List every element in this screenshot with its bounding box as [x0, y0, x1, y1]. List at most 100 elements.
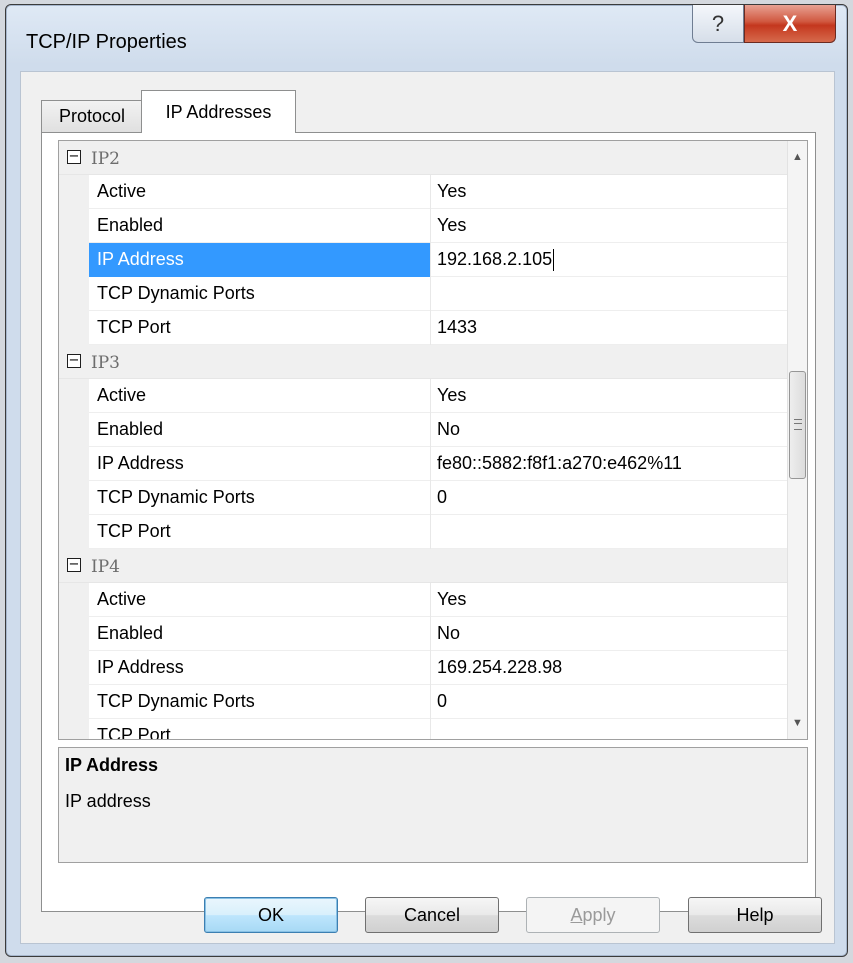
property-row[interactable]: TCP Port 1433	[59, 311, 789, 345]
row-gutter	[59, 447, 89, 481]
row-gutter	[59, 277, 89, 311]
property-name: IP Address	[89, 651, 431, 685]
property-row[interactable]: Enabled No	[59, 617, 789, 651]
property-row[interactable]: Active Yes	[59, 583, 789, 617]
property-value[interactable]	[431, 277, 789, 311]
section-ip4-header[interactable]: − IP4	[59, 549, 789, 583]
grip-icon	[794, 419, 802, 430]
section-ip2-label: IP2	[91, 149, 120, 169]
property-name: TCP Port	[89, 311, 431, 345]
dialog-client-area: Protocol IP Addresses − IP2 Active Yes En…	[20, 71, 835, 944]
property-value[interactable]: 169.254.228.98	[431, 651, 789, 685]
property-value[interactable]: fe80::5882:f8f1:a270:e462%11	[431, 447, 789, 481]
property-value[interactable]: Yes	[431, 209, 789, 243]
row-gutter	[59, 413, 89, 447]
tab-ip-addresses[interactable]: IP Addresses	[141, 90, 296, 133]
help-icon[interactable]: ?	[692, 5, 744, 43]
description-title: IP Address	[65, 755, 159, 775]
vertical-scrollbar[interactable]: ▲ ▼	[787, 141, 807, 739]
property-value[interactable]	[431, 515, 789, 549]
property-name: TCP Dynamic Ports	[89, 685, 431, 719]
row-gutter	[59, 515, 89, 549]
help-glyph: ?	[711, 10, 725, 36]
tcpip-properties-dialog: TCP/IP Properties ? X Protocol IP Addres…	[5, 4, 848, 957]
description-pane: IP Address IP address	[58, 747, 808, 863]
property-name: TCP Port	[89, 515, 431, 549]
property-value[interactable]: Yes	[431, 583, 789, 617]
property-row[interactable]: TCP Dynamic Ports 0	[59, 685, 789, 719]
scroll-thumb[interactable]	[789, 371, 806, 479]
row-gutter	[59, 481, 89, 515]
row-gutter	[59, 175, 89, 209]
cancel-button-label: Cancel	[403, 904, 461, 925]
text-caret	[553, 249, 555, 272]
property-name: Active	[89, 175, 431, 209]
row-gutter	[59, 617, 89, 651]
property-row[interactable]: TCP Dynamic Ports 0	[59, 481, 789, 515]
help-button[interactable]: Help	[688, 897, 822, 933]
row-gutter	[59, 311, 89, 345]
property-name: Enabled	[89, 413, 431, 447]
apply-button-label: pply	[582, 904, 616, 925]
property-value[interactable]: 1433	[431, 311, 789, 345]
title-bar[interactable]: TCP/IP Properties ? X	[6, 5, 847, 71]
property-row-selected[interactable]: IP Address 192.168.2.105	[59, 243, 789, 277]
ok-button-label: OK	[257, 904, 284, 925]
property-value[interactable]: No	[431, 617, 789, 651]
property-value[interactable]: Yes	[431, 379, 789, 413]
property-value[interactable]	[431, 719, 789, 739]
property-row[interactable]: TCP Dynamic Ports	[59, 277, 789, 311]
scroll-up-icon[interactable]: ▲	[788, 147, 807, 167]
property-name: TCP Port	[89, 719, 431, 739]
property-name: Enabled	[89, 617, 431, 651]
property-name: IP Address	[89, 447, 431, 481]
apply-button[interactable]: Apply	[526, 897, 660, 933]
row-gutter	[59, 243, 89, 277]
property-row[interactable]: Enabled Yes	[59, 209, 789, 243]
close-glyph: X	[782, 10, 798, 36]
tab-ip-addresses-label: IP Addresses	[165, 101, 272, 122]
collapse-ip4-icon[interactable]: −	[67, 558, 81, 572]
property-name: IP Address	[89, 243, 431, 277]
property-row[interactable]: TCP Port	[59, 719, 789, 739]
property-row[interactable]: IP Address 169.254.228.98	[59, 651, 789, 685]
property-value[interactable]: 0	[431, 685, 789, 719]
property-grid: − IP2 Active Yes Enabled Yes IP Address 192…	[58, 140, 808, 740]
row-gutter	[59, 379, 89, 413]
section-ip3-header[interactable]: − IP3	[59, 345, 789, 379]
property-row[interactable]: Enabled No	[59, 413, 789, 447]
collapse-ip2-icon[interactable]: −	[67, 150, 81, 164]
scroll-down-icon[interactable]: ▼	[788, 713, 807, 733]
ip-address-edit-text: 192.168.2.105	[437, 249, 553, 269]
property-name: TCP Dynamic Ports	[89, 481, 431, 515]
row-gutter	[59, 209, 89, 243]
property-name: Enabled	[89, 209, 431, 243]
section-ip3-label: IP3	[91, 353, 120, 373]
property-row[interactable]: TCP Port	[59, 515, 789, 549]
property-row[interactable]: Active Yes	[59, 379, 789, 413]
close-icon[interactable]: X	[744, 5, 836, 43]
row-gutter	[59, 651, 89, 685]
ok-button[interactable]: OK	[204, 897, 338, 933]
property-name: Active	[89, 379, 431, 413]
apply-mnemonic: A	[570, 904, 583, 925]
property-value[interactable]: 0	[431, 481, 789, 515]
row-gutter	[59, 719, 89, 739]
ip-addresses-panel: − IP2 Active Yes Enabled Yes IP Address 192…	[41, 132, 816, 912]
property-name: Active	[89, 583, 431, 617]
property-row[interactable]: IP Address fe80::5882:f8f1:a270:e462%11	[59, 447, 789, 481]
tab-protocol-label: Protocol	[58, 106, 126, 126]
description-text: IP address	[65, 791, 151, 811]
tab-protocol[interactable]: Protocol	[41, 100, 143, 132]
property-row[interactable]: Active Yes	[59, 175, 789, 209]
cancel-button[interactable]: Cancel	[365, 897, 499, 933]
property-value[interactable]: Yes	[431, 175, 789, 209]
ip-address-edit-field[interactable]: 192.168.2.105	[431, 243, 789, 277]
row-gutter	[59, 583, 89, 617]
property-name: TCP Dynamic Ports	[89, 277, 431, 311]
collapse-ip3-icon[interactable]: −	[67, 354, 81, 368]
row-gutter	[59, 685, 89, 719]
property-value[interactable]: No	[431, 413, 789, 447]
section-ip2-header[interactable]: − IP2	[59, 141, 789, 175]
property-grid-rows: − IP2 Active Yes Enabled Yes IP Address 192…	[59, 141, 789, 739]
